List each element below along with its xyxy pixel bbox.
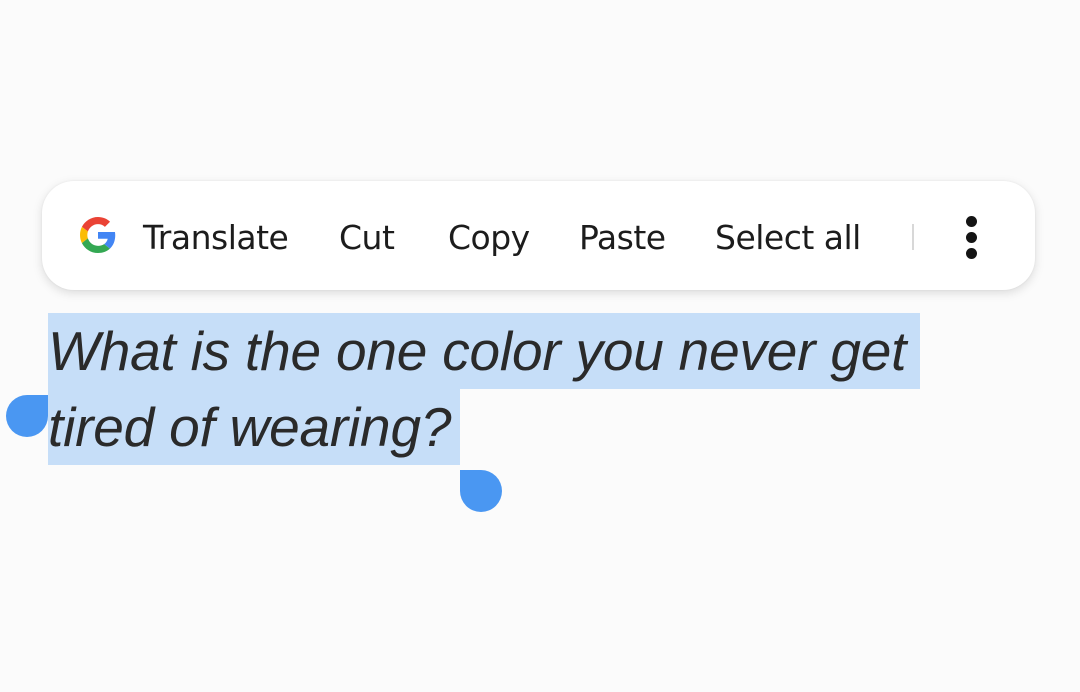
cut-button[interactable]: Cut bbox=[339, 213, 395, 263]
copy-button[interactable]: Copy bbox=[448, 213, 530, 263]
more-options-button[interactable] bbox=[950, 208, 994, 268]
more-vertical-icon bbox=[966, 248, 977, 259]
toolbar-divider bbox=[912, 224, 914, 250]
selection-start-handle[interactable] bbox=[6, 395, 48, 437]
more-vertical-icon bbox=[966, 216, 977, 227]
translate-button[interactable]: Translate bbox=[143, 213, 289, 263]
select-all-button[interactable]: Select all bbox=[715, 213, 861, 263]
paste-button[interactable]: Paste bbox=[579, 213, 666, 263]
google-g-icon[interactable] bbox=[80, 217, 116, 253]
selected-text-line[interactable]: tired of wearing? bbox=[48, 389, 451, 465]
more-vertical-icon bbox=[966, 232, 977, 243]
selected-text-line[interactable]: What is the one color you never get bbox=[48, 313, 906, 389]
selection-end-handle[interactable] bbox=[460, 470, 502, 512]
